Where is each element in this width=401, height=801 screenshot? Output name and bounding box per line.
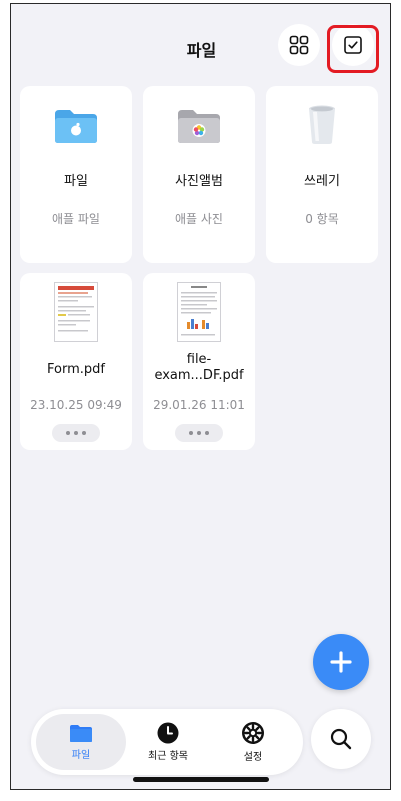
grid-icon <box>289 35 309 55</box>
search-icon <box>330 728 352 750</box>
ellipsis-dot <box>205 431 209 435</box>
tab-label: 파일 <box>71 749 91 761</box>
trash-icon <box>309 105 335 144</box>
tab-settings[interactable]: 설정 <box>208 714 298 770</box>
folder-card-files[interactable]: 파일 애플 파일 <box>20 86 132 263</box>
file-card-form[interactable]: Form.pdf 23.10.25 09:49 <box>20 273 132 450</box>
tab-recents[interactable]: 최근 항목 <box>123 714 213 770</box>
folder-name: 파일 <box>64 174 88 189</box>
folder-icon <box>70 724 92 742</box>
more-options-button[interactable] <box>52 424 100 442</box>
home-indicator <box>133 777 269 782</box>
folder-subtitle: 애플 사진 <box>175 212 223 226</box>
ellipsis-dot <box>66 431 70 435</box>
ellipsis-dot <box>197 431 201 435</box>
file-name: file-exam...DF.pdf <box>154 352 244 383</box>
folder-subtitle: 애플 파일 <box>52 212 100 226</box>
select-button[interactable] <box>332 24 374 66</box>
file-date: 23.10.25 09:49 <box>30 398 122 412</box>
file-card-example[interactable]: file-exam...DF.pdf 29.01.26 11:01 <box>143 273 255 450</box>
files-folder-icon <box>55 110 97 143</box>
file-name: Form.pdf <box>47 362 105 377</box>
tab-bar: 파일 최근 항목 설정 <box>31 709 303 775</box>
plus-icon <box>330 651 352 673</box>
pdf-thumbnail-icon <box>177 282 221 342</box>
more-options-button[interactable] <box>175 424 223 442</box>
search-button[interactable] <box>311 709 371 769</box>
file-date: 29.01.26 11:01 <box>153 398 245 412</box>
checkbox-icon <box>344 36 362 54</box>
tab-label: 설정 <box>243 752 263 763</box>
folder-name: 사진앨범 <box>175 174 223 189</box>
clock-icon <box>157 722 179 744</box>
photos-folder-icon <box>178 110 220 143</box>
tab-label: 최근 항목 <box>148 751 188 762</box>
folder-subtitle: 0 항목 <box>305 212 339 226</box>
folder-card-trash[interactable]: 쓰레기 0 항목 <box>266 86 378 263</box>
ellipsis-dot <box>74 431 78 435</box>
files-screen: 파일 파일 애플 파일 사진앨범 애플 사진 쓰레기 0 항목 Form.pdf… <box>10 3 391 790</box>
pdf-thumbnail-icon <box>54 282 98 342</box>
add-button[interactable] <box>313 634 369 690</box>
ellipsis-dot <box>82 431 86 435</box>
folder-name: 쓰레기 <box>304 174 340 189</box>
header: 파일 <box>11 4 390 84</box>
folder-card-photos[interactable]: 사진앨범 애플 사진 <box>143 86 255 263</box>
ellipsis-dot <box>189 431 193 435</box>
tab-files[interactable]: 파일 <box>36 714 126 770</box>
grid-view-button[interactable] <box>278 24 320 66</box>
gear-icon <box>242 722 264 744</box>
